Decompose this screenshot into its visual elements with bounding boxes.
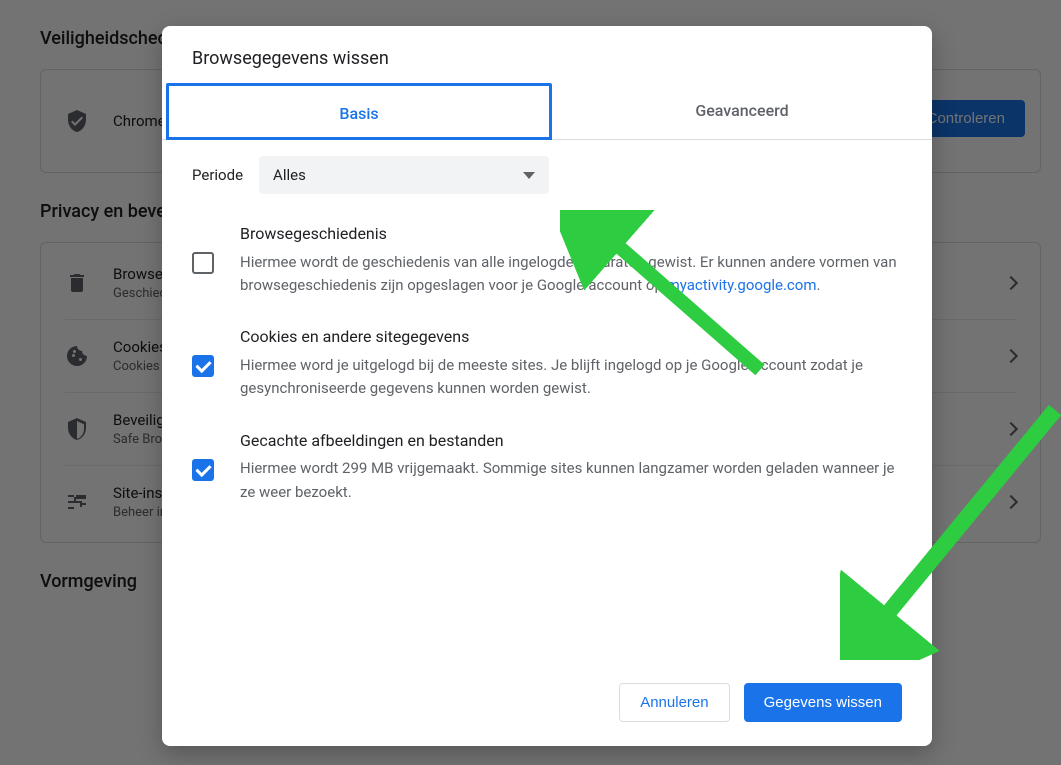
clear-browsing-data-dialog: Browsegegevens wissen Basis Geavanceerd …	[162, 26, 932, 746]
option-desc-pre: Hiermee wordt 299 MB vrijgemaakt. Sommig…	[240, 459, 895, 500]
confirm-clear-button[interactable]: Gegevens wissen	[744, 683, 902, 722]
option-title: Browsegeschiedenis	[240, 222, 902, 247]
time-range-label: Periode	[192, 166, 243, 184]
checkbox-cookies[interactable]	[192, 355, 214, 377]
option-row-cache: Gecachte afbeeldingen en bestanden Hierm…	[192, 429, 902, 504]
option-text: Gecachte afbeeldingen en bestanden Hierm…	[240, 429, 902, 504]
option-text: Cookies en andere sitegegevens Hiermee w…	[240, 325, 902, 400]
option-desc-pre: Hiermee word je uitgelogd bij de meeste …	[240, 356, 863, 397]
dialog-title: Browsegegevens wissen	[162, 26, 932, 83]
myactivity-link[interactable]: myactivity.google.com	[667, 276, 817, 294]
option-title: Gecachte afbeeldingen en bestanden	[240, 429, 902, 454]
time-range-row: Periode Alles	[192, 156, 902, 194]
checkbox-browsing-history[interactable]	[192, 252, 214, 274]
option-desc-post: .	[817, 276, 821, 294]
tab-basic[interactable]: Basis	[166, 83, 552, 140]
option-title: Cookies en andere sitegegevens	[240, 325, 902, 350]
time-range-select[interactable]: Alles	[259, 156, 549, 194]
chevron-down-icon	[523, 172, 535, 179]
option-row-cookies: Cookies en andere sitegegevens Hiermee w…	[192, 325, 902, 400]
cancel-button[interactable]: Annuleren	[619, 683, 729, 722]
dialog-body: Periode Alles Browsegeschiedenis Hiermee…	[162, 140, 932, 673]
dialog-footer: Annuleren Gegevens wissen	[162, 673, 932, 746]
dialog-tabbar: Basis Geavanceerd	[162, 83, 932, 140]
option-row-browsing-history: Browsegeschiedenis Hiermee wordt de gesc…	[192, 222, 902, 297]
tab-advanced[interactable]: Geavanceerd	[552, 83, 932, 139]
time-range-value: Alles	[273, 166, 306, 184]
option-text: Browsegeschiedenis Hiermee wordt de gesc…	[240, 222, 902, 297]
checkbox-cache[interactable]	[192, 459, 214, 481]
